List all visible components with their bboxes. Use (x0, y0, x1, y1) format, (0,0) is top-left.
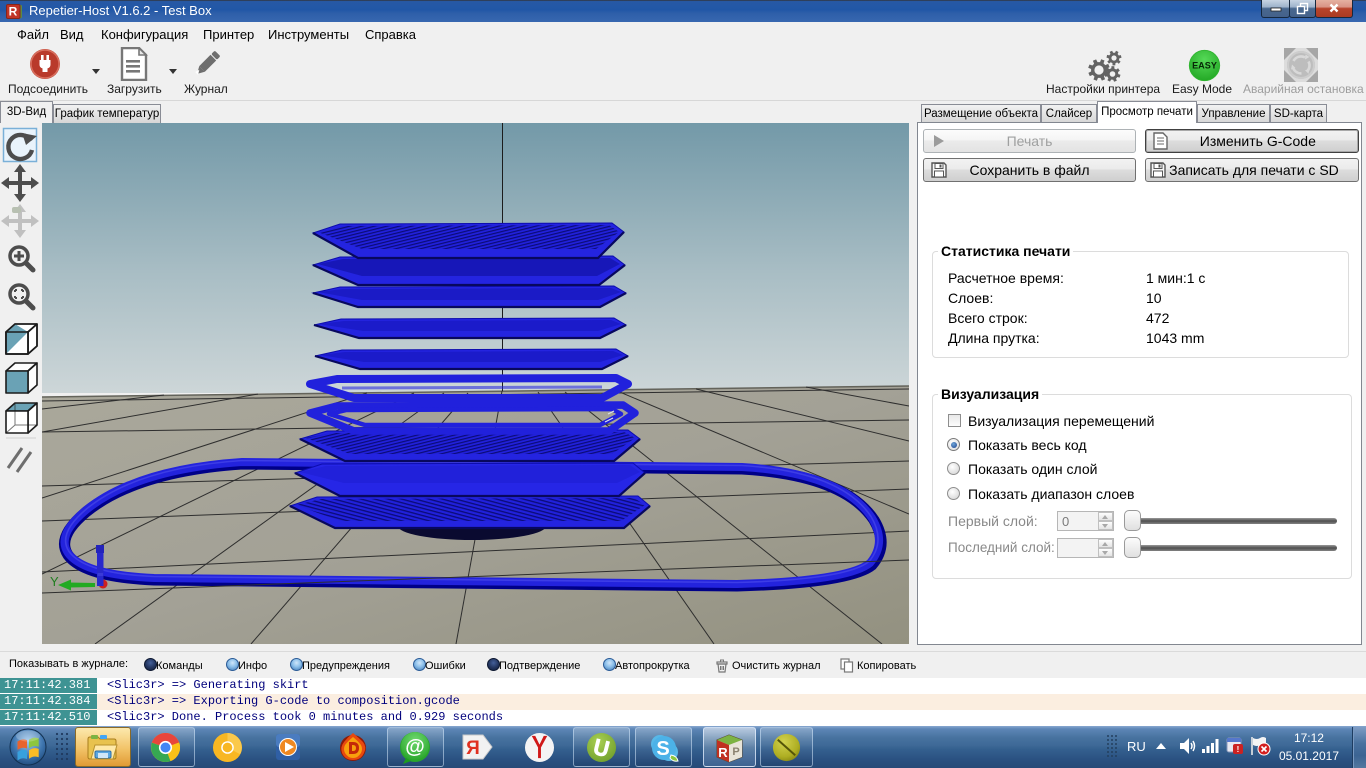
svg-text:Я: Я (466, 738, 480, 759)
svg-text:@: @ (405, 736, 425, 758)
svg-text:R: R (718, 745, 728, 760)
svg-text:EASY: EASY (1192, 61, 1217, 71)
svg-text:R: R (9, 5, 18, 19)
svg-text:!: ! (1237, 745, 1240, 754)
svg-text:P: P (732, 746, 739, 758)
svg-text:Y: Y (50, 574, 59, 589)
svg-text:S: S (656, 738, 669, 760)
